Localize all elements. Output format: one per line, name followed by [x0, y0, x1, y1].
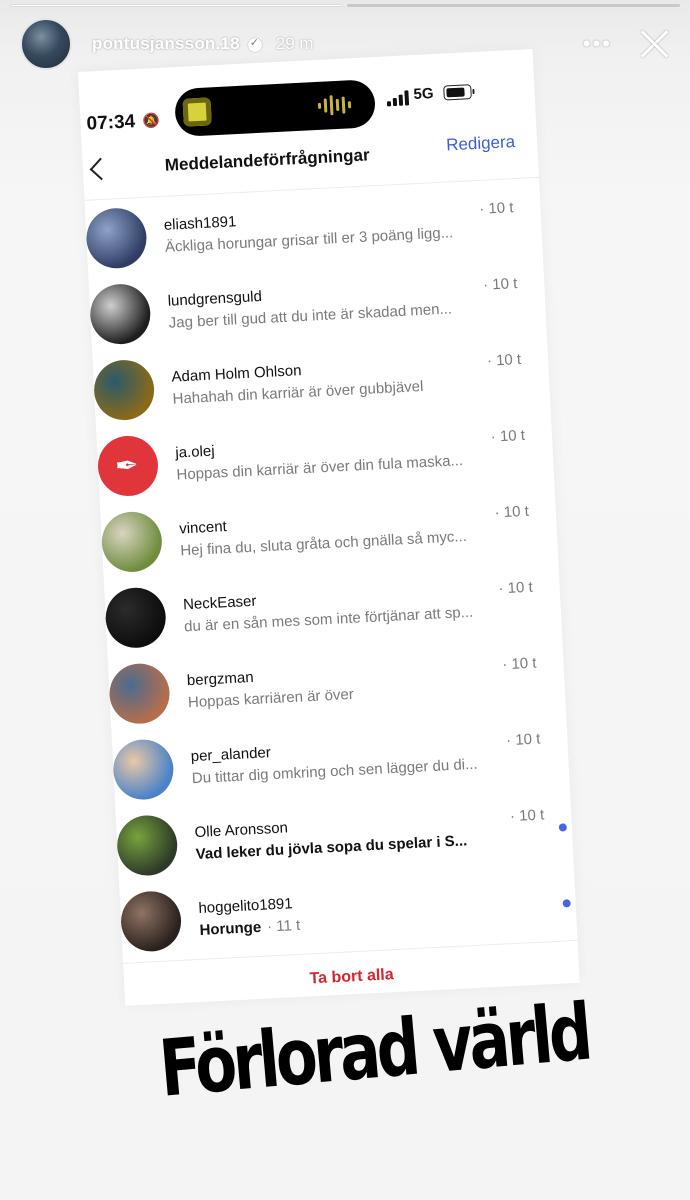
avatar[interactable] [104, 586, 168, 650]
request-text: Olle Aronsson Vad leker du jövla sopa du … [194, 806, 568, 863]
request-time: · 10 t [486, 350, 522, 370]
request-time: · 10 t [478, 198, 514, 218]
avatar[interactable] [92, 358, 156, 422]
request-time: · 10 t [509, 805, 545, 825]
request-time: · 10 t [501, 654, 537, 673]
now-playing-thumbnail [182, 97, 212, 127]
request-time: · 10 t [498, 578, 534, 597]
battery-icon [443, 84, 472, 101]
avatar[interactable] [115, 814, 179, 877]
story-actions: ••• [583, 28, 670, 60]
avatar[interactable] [111, 738, 175, 802]
verified-badge-icon [247, 36, 262, 52]
request-time: · 10 t [490, 426, 526, 446]
request-text: bergzman Hoppas karriären är över · 10 t [186, 654, 536, 711]
edit-button[interactable]: Redigera [446, 132, 516, 155]
request-text: ja.olej Hoppas din karriär är över din fu… [175, 426, 525, 483]
signal-icon [386, 89, 410, 107]
dynamic-island [173, 79, 377, 138]
request-time: · 10 t [505, 729, 541, 749]
avatar[interactable] [84, 206, 148, 270]
request-text: NeckEaser du är en sån mes som inte förtj… [183, 578, 533, 635]
network-type: 5G [413, 85, 434, 104]
request-text: per_alander Du tittar dig omkring och sen… [190, 730, 540, 787]
embedded-screenshot: 07:34 🔕 5G Meddelandeförfrågningar Redig… [78, 48, 581, 1024]
preview-text: Hoppas karriären är över [187, 685, 355, 711]
avatar[interactable] [100, 510, 164, 574]
story-time: 29 m [275, 34, 314, 53]
monogram-logo-icon: ✒ [114, 449, 140, 482]
ellipsis-icon[interactable]: ••• [583, 31, 612, 57]
message-request-list: eliash1891 Äckliga horungar grisar till e… [84, 179, 578, 961]
story-avatar[interactable] [20, 18, 72, 70]
close-icon[interactable] [638, 28, 670, 60]
request-text: Adam Holm Ohlson Hahahah din karriär är ö… [171, 350, 521, 407]
unread-dot-icon [562, 898, 571, 908]
request-text: hoggelito1891 Horunge · 11 t [198, 882, 571, 939]
request-time: · 11 t [266, 916, 301, 936]
request-text: vincent Hej fina du, sluta gråta och gnäl… [179, 502, 529, 559]
unread-dot-icon [558, 822, 568, 832]
story-username[interactable]: pontusjansson.18 [92, 34, 240, 54]
delete-all-button[interactable]: Ta bort alla [309, 966, 394, 988]
request-time: · 10 t [494, 502, 530, 521]
bell-off-icon: 🔕 [142, 111, 161, 129]
progress-segment [347, 4, 680, 7]
avatar[interactable] [88, 282, 152, 346]
preview-text: Horunge [199, 918, 262, 939]
request-text: lundgrensguld Jag ber till gud att du int… [167, 275, 517, 332]
avatar[interactable]: ✒ [96, 434, 160, 498]
request-text: eliash1891 Äckliga horungar grisar till e… [163, 199, 513, 256]
avatar[interactable] [108, 662, 172, 726]
page-title: Meddelandeförfrågningar [164, 145, 371, 175]
status-time: 07:34 [86, 111, 136, 135]
avatar[interactable] [119, 889, 183, 953]
audio-wave-icon [317, 94, 352, 116]
progress-segment [10, 4, 343, 7]
story-progress [10, 4, 680, 7]
back-icon[interactable] [89, 157, 113, 181]
request-time: · 10 t [482, 274, 518, 294]
